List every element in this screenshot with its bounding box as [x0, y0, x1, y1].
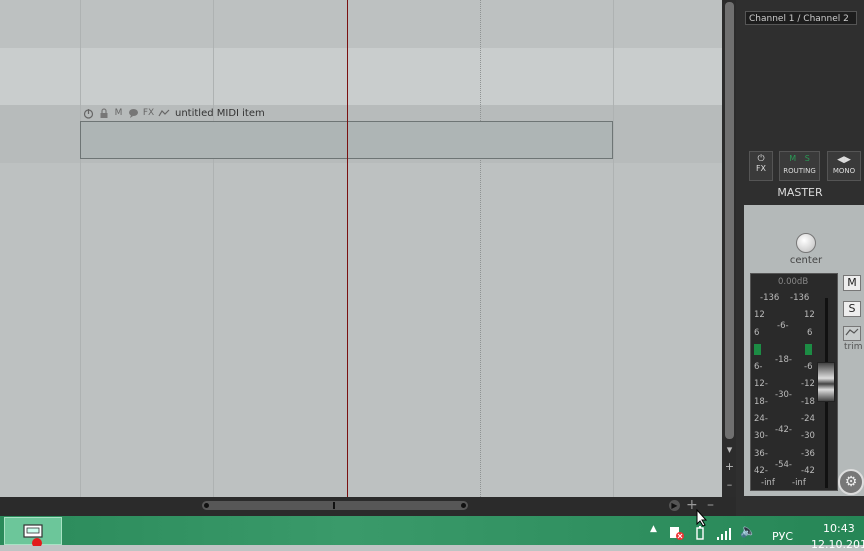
scale-tick: -30-	[775, 390, 792, 400]
pan-knob[interactable]	[796, 233, 816, 253]
h-zoom-out-icon[interactable]: –	[707, 497, 714, 513]
network-error-icon[interactable]	[669, 526, 685, 543]
tray-expand-icon[interactable]: ▲	[650, 524, 657, 534]
mute-icon[interactable]: M	[112, 107, 125, 120]
trim-label: trim	[844, 342, 863, 352]
mono-label: MONO	[832, 167, 856, 175]
scroll-right-icon[interactable]: ▶	[669, 500, 680, 511]
item-name: untitled MIDI item	[175, 107, 265, 119]
scale-tick: 6	[754, 328, 760, 338]
windows-taskbar: ▲ 🔈 РУС 10:43 12.10.2016	[0, 516, 864, 551]
scale-tick: -42-	[775, 425, 792, 435]
scale-tick: -30	[801, 431, 815, 441]
vertical-scroll-thumb[interactable]	[725, 2, 734, 439]
scale-tick: 36-	[754, 449, 768, 459]
lock-icon[interactable]	[97, 107, 110, 120]
scale-tick: -6	[804, 362, 813, 372]
volume-fader[interactable]	[817, 362, 835, 402]
grid-line	[80, 0, 81, 497]
taskbar-app-button[interactable]	[4, 517, 62, 548]
grid-line	[613, 0, 614, 497]
scale-tick: 12	[754, 310, 765, 320]
mute-button[interactable]: M	[843, 275, 861, 291]
master-label: MASTER	[777, 186, 823, 199]
scale-tick: 6	[807, 328, 813, 338]
meter-inf-left: -inf	[761, 478, 775, 488]
scale-tick: 12-	[754, 379, 768, 389]
master-channel-strip: center 0.00dB -136 -136 12 6 0 6- 12- 18…	[744, 205, 864, 496]
volume-icon[interactable]: 🔈	[740, 524, 756, 539]
meter-level-left	[754, 344, 761, 355]
power-icon: ⏻	[757, 154, 765, 164]
thumb-grip-center	[333, 502, 335, 509]
envelope-icon[interactable]	[157, 107, 170, 120]
scale-tick: 12	[804, 310, 815, 320]
note-icon[interactable]	[127, 107, 140, 120]
scale-tick: 24-	[754, 414, 768, 424]
arrange-view[interactable]: M FX untitled MIDI item	[0, 0, 722, 497]
routing-button[interactable]: M S ROUTING	[779, 151, 820, 181]
scale-tick: 18-	[754, 397, 768, 407]
power-icon[interactable]	[82, 107, 95, 120]
speaker-icon: ◀▶	[837, 155, 851, 165]
horizontal-scroll-thumb[interactable]	[202, 501, 468, 510]
pan-label: center	[789, 255, 823, 266]
routing-label: ROUTING	[783, 167, 816, 175]
thumb-grip-left	[204, 503, 209, 508]
fx-button-label: FX	[755, 164, 767, 173]
app-icon	[23, 524, 43, 548]
meter-peak-left: -136	[760, 293, 780, 303]
midi-item-header[interactable]: M FX untitled MIDI item	[82, 105, 265, 121]
fx-button[interactable]: ⏻ FX	[749, 151, 773, 181]
clock-time[interactable]: 10:43	[823, 522, 855, 535]
solo-button[interactable]: S	[843, 301, 861, 317]
meter-level-right	[805, 344, 812, 355]
grid-line	[480, 0, 482, 497]
grid-line	[213, 0, 214, 497]
scale-tick: -18-	[775, 355, 792, 365]
meter-peak-right: -136	[790, 293, 810, 303]
horizontal-scrollbar[interactable]: ▶ + –	[0, 497, 736, 516]
scale-tick: -6-	[777, 321, 789, 331]
scale-tick: 30-	[754, 431, 768, 441]
mono-button[interactable]: ◀▶ MONO	[827, 151, 861, 181]
scale-tick: -36	[801, 449, 815, 459]
signal-icon[interactable]	[716, 528, 732, 543]
zoom-out-icon[interactable]: –	[724, 479, 735, 490]
fx-icon[interactable]: FX	[142, 107, 155, 120]
volume-meter: 0.00dB -136 -136 12 6 0 6- 12- 18- 24- 3…	[750, 273, 838, 491]
scale-tick: -42	[801, 466, 815, 476]
language-indicator[interactable]: РУС	[772, 530, 793, 543]
routing-m: M	[789, 154, 797, 163]
play-cursor	[347, 0, 348, 497]
scale-tick: -54-	[775, 460, 792, 470]
scale-tick: -24	[801, 414, 815, 424]
scale-tick: 6-	[754, 362, 763, 372]
scale-tick: -12	[801, 379, 815, 389]
mouse-pointer	[696, 508, 708, 531]
gear-icon[interactable]: ⚙	[838, 469, 864, 495]
scale-tick: -18	[801, 397, 815, 407]
vertical-scrollbar[interactable]: ▾ + –	[722, 0, 736, 497]
scroll-down-icon[interactable]: ▾	[724, 444, 735, 455]
thumb-grip-right	[461, 503, 466, 508]
channel-select[interactable]: Channel 1 / Channel 2	[745, 11, 857, 25]
zoom-in-icon[interactable]: +	[724, 461, 735, 472]
envelope-icon[interactable]	[843, 326, 861, 341]
mixer-panel: Channel 1 / Channel 2 ⏻ FX M S ROUTING ◀…	[736, 0, 864, 516]
scale-tick: 42-	[754, 466, 768, 476]
meter-inf-right: -inf	[792, 478, 806, 488]
peak-readout: 0.00dB	[778, 277, 809, 287]
routing-s: S	[804, 154, 810, 163]
